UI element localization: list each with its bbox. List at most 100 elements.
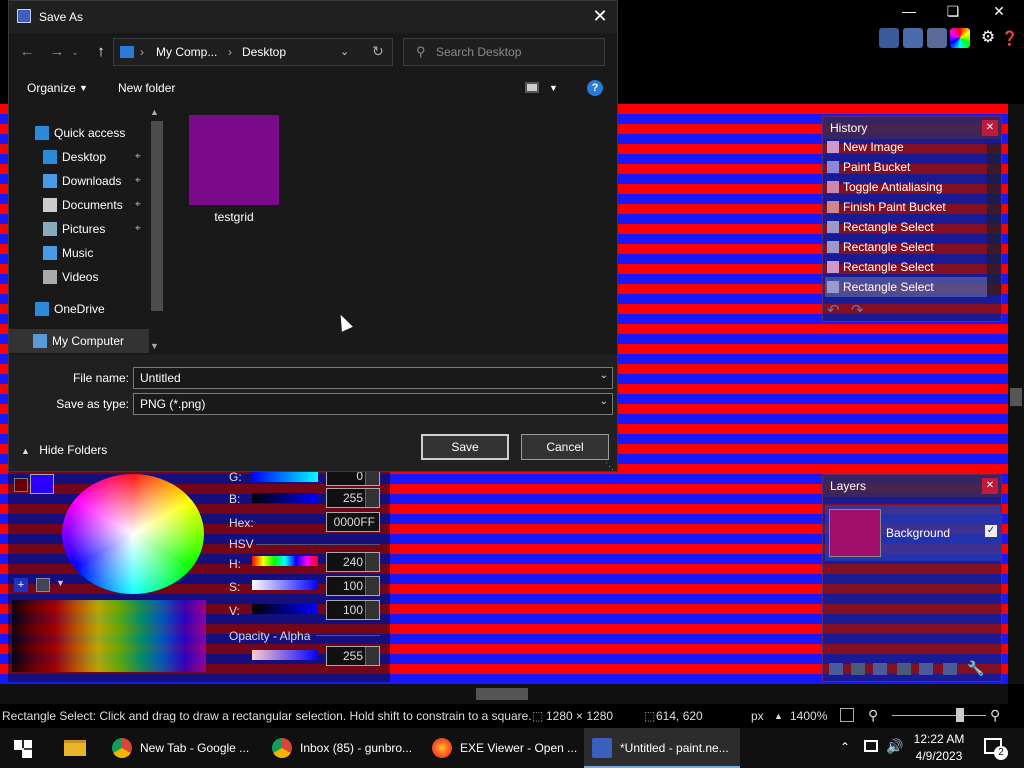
add-layer-icon[interactable] xyxy=(829,663,843,675)
nav-item[interactable]: Documents ⌖ xyxy=(9,193,149,217)
app-close-button[interactable]: ✕ xyxy=(976,0,1022,24)
history-item[interactable]: Rectangle Select xyxy=(825,277,987,297)
file-item[interactable]: testgrid xyxy=(187,113,281,233)
file-name-field[interactable]: Untitled ⌄ xyxy=(133,367,613,389)
horizontal-scroll-thumb[interactable] xyxy=(476,688,528,700)
cancel-button[interactable]: Cancel xyxy=(521,434,609,460)
back-arrow-icon[interactable]: ← xyxy=(15,41,39,63)
taskbar-item[interactable]: EXE Viewer - Open ... xyxy=(424,728,580,768)
move-layer-up-icon[interactable] xyxy=(919,663,933,675)
help-question-icon[interactable]: ? xyxy=(587,80,603,96)
g-slider[interactable] xyxy=(252,472,318,482)
nav-scroll-thumb[interactable] xyxy=(151,121,163,311)
forward-arrow-icon[interactable]: → xyxy=(45,41,69,63)
organize-button[interactable]: Organize xyxy=(27,81,76,95)
system-clock[interactable]: 12:22 AM 4/9/2023 xyxy=(904,731,974,765)
color-palette[interactable] xyxy=(12,600,206,672)
color-wheel[interactable] xyxy=(62,474,204,594)
s-value-field[interactable]: 100 xyxy=(326,576,380,596)
history-item[interactable]: Rectangle Select xyxy=(825,217,987,237)
nav-item[interactable]: Quick access xyxy=(9,121,149,145)
nav-item[interactable]: Music xyxy=(9,241,149,265)
duplicate-layer-icon[interactable] xyxy=(873,663,887,675)
delete-layer-icon[interactable] xyxy=(851,663,865,675)
zoom-in-icon[interactable]: ⚲ xyxy=(990,707,1000,724)
v-slider[interactable] xyxy=(252,604,318,614)
address-dropdown-chevron-icon[interactable]: ⌄ xyxy=(340,45,349,58)
nav-item[interactable]: Downloads ⌖ xyxy=(9,169,149,193)
history-item[interactable]: Toggle Antialiasing xyxy=(825,177,987,197)
new-folder-button[interactable]: New folder xyxy=(118,81,175,95)
merge-layer-icon[interactable] xyxy=(897,663,911,675)
nav-item[interactable]: Pictures ⌖ xyxy=(9,217,149,241)
breadcrumb-desktop[interactable]: Desktop xyxy=(242,45,286,59)
nav-scroll-up-icon[interactable]: ▲ xyxy=(150,107,159,117)
nav-item[interactable]: Desktop ⌖ xyxy=(9,145,149,169)
save-type-select[interactable]: PNG (*.png) ⌄ xyxy=(133,393,613,415)
address-bar[interactable]: › My Comp... › Desktop ⌄ ↻ xyxy=(113,38,393,66)
taskbar-item[interactable]: *Untitled - paint.ne... xyxy=(584,728,740,768)
save-button[interactable]: Save xyxy=(421,434,509,460)
history-item[interactable]: Finish Paint Bucket xyxy=(825,197,987,217)
secondary-color-swatch[interactable] xyxy=(14,478,28,492)
alpha-value-field[interactable]: 255 xyxy=(326,646,380,666)
history-close-button[interactable]: ✕ xyxy=(982,120,998,136)
network-icon[interactable] xyxy=(864,740,878,752)
breadcrumb-my-computer[interactable]: My Comp... xyxy=(156,45,217,59)
help-icon[interactable]: ❓ xyxy=(1000,28,1020,48)
organize-chevron-down-icon[interactable]: ▼ xyxy=(79,83,88,93)
history-scrollbar[interactable] xyxy=(987,143,1001,295)
palette-menu-icon[interactable] xyxy=(36,578,50,592)
add-color-icon[interactable]: + xyxy=(14,578,28,592)
search-box[interactable]: ⚲ xyxy=(403,38,605,66)
palette-chevron-down-icon[interactable]: ▼ xyxy=(56,578,65,588)
resize-grip-icon[interactable]: ⋱ xyxy=(605,461,614,472)
dialog-close-button[interactable]: ✕ xyxy=(587,4,613,30)
nav-item[interactable]: My Computer xyxy=(9,329,149,353)
units-chevron-icon[interactable]: ▲ xyxy=(774,711,783,721)
recent-locations-chevron-icon[interactable]: ⌄ xyxy=(69,41,81,63)
b-slider[interactable] xyxy=(252,493,318,503)
units-selector[interactable]: px xyxy=(751,709,764,723)
layer-visibility-checkbox[interactable]: ✓ xyxy=(985,525,997,537)
nav-item[interactable]: OneDrive xyxy=(9,297,149,321)
h-slider[interactable] xyxy=(252,556,318,566)
file-name-chevron-down-icon[interactable]: ⌄ xyxy=(600,370,608,381)
file-explorer-icon[interactable] xyxy=(64,740,86,756)
colors-toggle-icon[interactable] xyxy=(950,28,970,48)
zoom-to-window-icon[interactable] xyxy=(840,708,854,722)
hex-field[interactable]: 0000FF xyxy=(326,512,380,532)
minimize-button[interactable]: — xyxy=(886,0,932,24)
search-input[interactable] xyxy=(436,44,596,60)
redo-icon[interactable]: ↷ xyxy=(851,301,864,319)
nav-scroll-down-icon[interactable]: ▼ xyxy=(150,341,159,351)
taskbar-item[interactable]: Inbox (85) - gunbro... xyxy=(264,728,420,768)
b-value-field[interactable]: 255 xyxy=(326,488,380,508)
layer-row[interactable]: Background ✓ xyxy=(825,505,1001,561)
move-layer-down-icon[interactable] xyxy=(943,663,957,675)
up-arrow-icon[interactable]: ↑ xyxy=(89,41,113,63)
layers-close-button[interactable]: ✕ xyxy=(982,478,998,494)
change-view-icon[interactable] xyxy=(525,82,539,93)
start-windows-icon[interactable] xyxy=(14,740,32,758)
alpha-slider[interactable] xyxy=(252,650,318,660)
save-type-chevron-down-icon[interactable]: ⌄ xyxy=(600,396,608,407)
restore-button[interactable]: ❏ xyxy=(930,0,976,24)
zoom-level[interactable]: 1400% xyxy=(790,709,827,723)
primary-color-swatch[interactable] xyxy=(30,474,54,494)
vertical-scroll-thumb[interactable] xyxy=(1010,388,1022,406)
nav-item[interactable]: Videos xyxy=(9,265,149,289)
history-toggle-icon[interactable] xyxy=(903,28,923,48)
layers-toggle-icon[interactable] xyxy=(927,28,947,48)
taskbar-item[interactable]: New Tab - Google ... xyxy=(104,728,260,768)
s-slider[interactable] xyxy=(252,580,318,590)
undo-icon[interactable]: ↶ xyxy=(827,301,840,319)
volume-icon[interactable]: 🔊 xyxy=(886,738,903,755)
h-value-field[interactable]: 240 xyxy=(326,552,380,572)
history-item[interactable]: Rectangle Select xyxy=(825,237,987,257)
history-item[interactable]: Paint Bucket xyxy=(825,157,987,177)
v-value-field[interactable]: 100 xyxy=(326,600,380,620)
tools-icon[interactable] xyxy=(879,28,899,48)
settings-gear-icon[interactable]: ⚙ xyxy=(978,28,998,48)
history-item[interactable]: Rectangle Select xyxy=(825,257,987,277)
